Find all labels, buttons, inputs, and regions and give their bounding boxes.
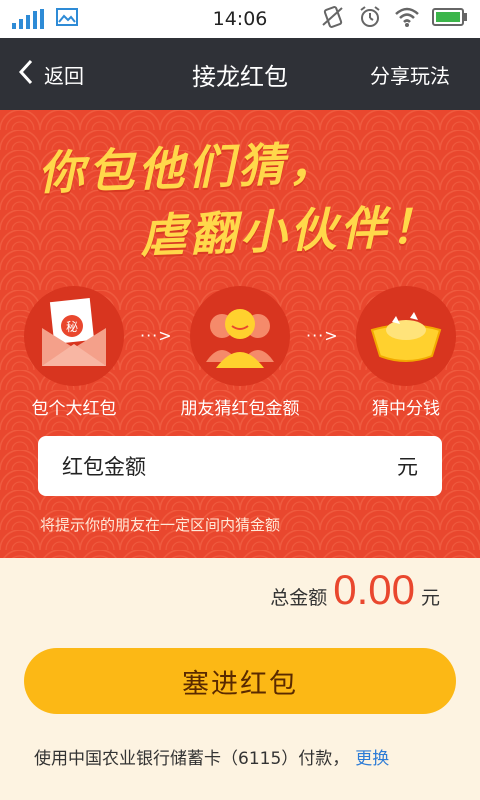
status-left (12, 0, 78, 38)
amount-input[interactable]: 红包金额 元 (38, 436, 442, 496)
vibrate-icon (320, 5, 346, 33)
step-label-win: 猜中分钱 (372, 399, 440, 419)
status-right (320, 0, 468, 38)
step-badge: 秘 (66, 320, 78, 334)
signal-icon (12, 9, 44, 29)
amount-hint: 将提示你的朋友在一定区间内猜金额 (40, 516, 281, 534)
step-arrow-1: ···> (140, 326, 173, 345)
back-label: 返回 (44, 63, 84, 88)
wifi-icon (394, 6, 420, 32)
back-button[interactable]: 返回 (18, 38, 84, 110)
status-bar (0, 0, 480, 38)
payment-text: 使用中国农业银行储蓄卡（6115）付款， (34, 749, 350, 769)
battery-icon (432, 7, 468, 31)
hero-banner: 你包他们猜， 虐翻小伙伴！ 秘 ···> ···> 包个大红包 朋友猜红包金额 … (0, 110, 480, 558)
amount-label: 红包金额 (62, 455, 146, 479)
submit-button[interactable]: 塞进红包 (24, 648, 456, 714)
total-unit: 元 (420, 587, 440, 609)
image-icon (56, 7, 78, 31)
amount-unit: 元 (397, 455, 418, 479)
chevron-left-icon (18, 59, 34, 90)
nav-bar: 返回 接龙红包 分享玩法 (0, 38, 480, 110)
step-wrap-icon: 秘 (24, 286, 124, 386)
change-payment-link[interactable]: 更换 (355, 744, 389, 769)
total-label: 总金额 (270, 587, 328, 609)
step-friends-icon (190, 286, 290, 386)
step-label-wrap: 包个大红包 (31, 399, 117, 419)
step-label-guess: 朋友猜红包金额 (180, 399, 300, 419)
step-ingot-icon (356, 286, 456, 386)
headline-line1: 你包他们猜， (37, 135, 339, 201)
step-arrow-2: ···> (306, 326, 339, 345)
total-value: 0.00 (333, 566, 415, 613)
share-rules-button[interactable]: 分享玩法 (370, 38, 450, 110)
payment-method-row: 使用中国农业银行储蓄卡（6115）付款， 更换 (34, 744, 389, 769)
total-amount-row: 总金额 0.00 元 (270, 566, 440, 614)
alarm-icon (358, 5, 382, 33)
headline-line2: 虐翻小伙伴！ (139, 198, 441, 264)
